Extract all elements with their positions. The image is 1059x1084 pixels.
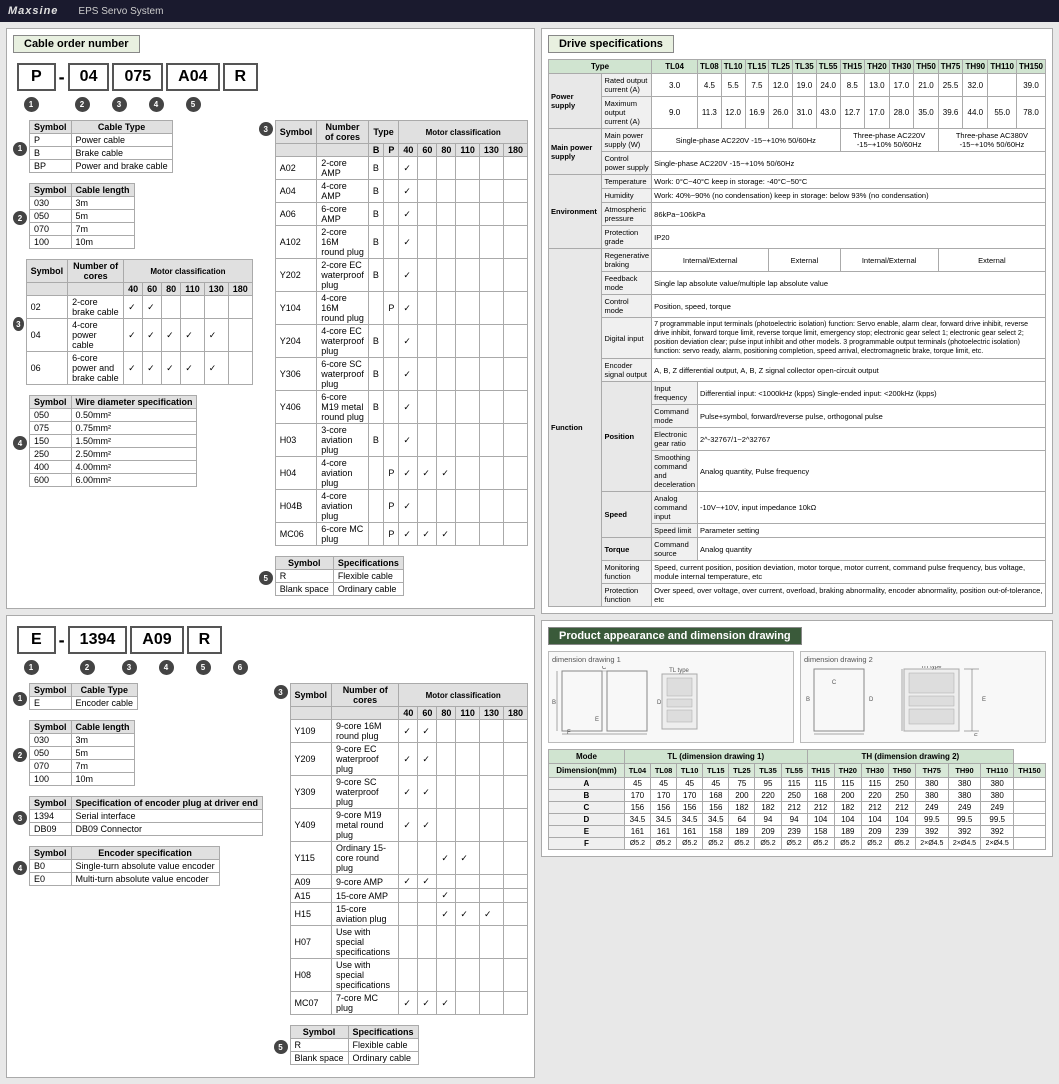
svg-text:F: F (974, 734, 978, 736)
svg-text:B: B (806, 697, 810, 703)
encoder-type-section: 4 SymbolEncoder specification B0Single-t… (13, 846, 268, 892)
drive-specs-section: Drive specifications Type TL04 TL08 TL10… (541, 28, 1053, 614)
drive-specs-title: Drive specifications (548, 35, 674, 53)
drawing-svg-2: A B C D TH type E (804, 666, 1024, 736)
svg-text:C: C (602, 666, 607, 671)
drawing-2: dimension drawing 2 A B C D (800, 651, 1046, 743)
wire-diam-table: SymbolWire diameter specification 0500.5… (29, 395, 197, 487)
drawing-1: dimension drawing 1 A B C D (548, 651, 794, 743)
connector-section: 3 Symbol Number of cores Type Motor clas… (259, 120, 528, 552)
product-appearance-title: Product appearance and dimension drawing (548, 627, 802, 645)
cable-length-section: 2 SymbolCable length 0303m 0505m 0707m 1… (13, 183, 253, 255)
encoder-connector-section: 3 Symbol Number of cores Motor classific… (274, 683, 529, 1021)
svg-text:TL type: TL type (669, 668, 689, 674)
system-title: EPS Servo System (78, 6, 163, 17)
cable-type-section: 1 SymbolCable Type PPower cable BBrake c… (13, 120, 253, 179)
company-logo: Maxsine (8, 5, 58, 17)
spec-section-1: 5 SymbolSpecifications RFlexible cable B… (259, 556, 528, 602)
pn-04: 04 (68, 63, 110, 91)
pn-r1: R (223, 63, 259, 91)
cable-order-section-1: Cable order number P - 04 075 A04 R 1 2 … (6, 28, 535, 609)
product-appearance-section: Product appearance and dimension drawing… (541, 620, 1053, 857)
wire-diam-section: 4 SymbolWire diameter specification 0500… (13, 395, 253, 493)
circle-3: 3 (112, 97, 127, 112)
spec-section-2: 5 SymbolSpecifications RFlexible cable B… (274, 1025, 529, 1071)
dimension-table: Mode TL (dimension drawing 1) TH (dimens… (548, 749, 1046, 850)
pn-e: E (17, 626, 56, 654)
cores-table-left: Symbol Number of cores Motor classificat… (26, 259, 253, 385)
cable-length-table: SymbolCable length 0303m 0505m 0707m 100… (29, 183, 135, 249)
cable-type-table: SymbolCable Type PPower cable BBrake cab… (29, 120, 173, 173)
cores-section-left: 3 Symbol Number of cores Motor classific… (13, 259, 253, 391)
circle-1: 1 (24, 97, 39, 112)
svg-text:D: D (657, 700, 662, 706)
encoder-length-section: 2 SymbolCable length 0303m 0505m 0707m 1… (13, 720, 268, 792)
encoder-cable-type: 1 SymbolCable Type EEncoder cable (13, 683, 268, 716)
pn-1394: 1394 (68, 626, 128, 654)
circle-4: 4 (149, 97, 164, 112)
drive-specs-table: Type TL04 TL08 TL10 TL15 TL25 TL35 TL55 … (548, 59, 1046, 607)
cable-order-title: Cable order number (13, 35, 140, 53)
pn-075: 075 (112, 63, 163, 91)
svg-text:TH type: TH type (920, 666, 942, 670)
svg-text:B: B (552, 700, 556, 706)
svg-text:C: C (832, 680, 837, 686)
svg-text:F: F (567, 730, 571, 736)
pn-a09: A09 (130, 626, 183, 654)
cable-order-section-2: E - 1394 A09 R 1 2 3 4 5 6 (6, 615, 535, 1078)
svg-text:E: E (595, 717, 599, 723)
svg-text:E: E (982, 697, 986, 703)
circle-2: 2 (75, 97, 90, 112)
svg-text:D: D (869, 697, 874, 703)
drawing-svg-1: A B C D E F TL type (552, 666, 772, 736)
pn-a04: A04 (166, 63, 219, 91)
encoder-plug-section: 3 SymbolSpecification of encoder plug at… (13, 796, 268, 842)
spec-table-1: SymbolSpecifications RFlexible cable Bla… (275, 556, 404, 596)
pn-p: P (17, 63, 56, 91)
circle-5: 5 (186, 97, 201, 112)
pn-r2: R (187, 626, 223, 654)
connector-table: Symbol Number of cores Type Motor classi… (275, 120, 528, 546)
header: Maxsine EPS Servo System (0, 0, 1059, 22)
